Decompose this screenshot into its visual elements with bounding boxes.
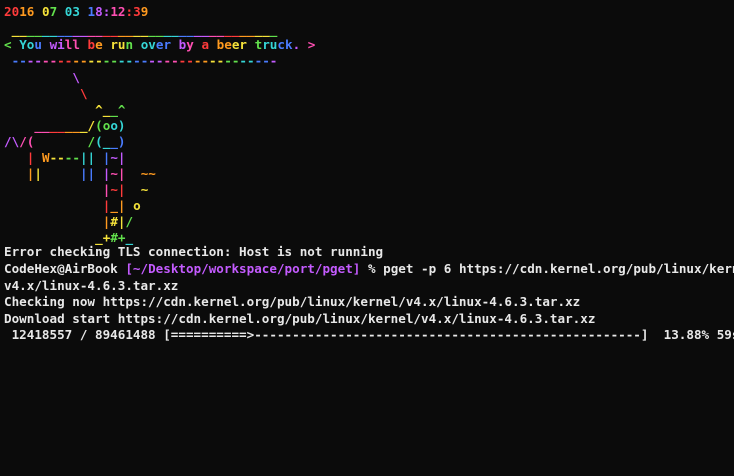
ascii-art-row: |~| ~ — [102, 182, 149, 197]
ascii-art-row: || || |~| ~~ — [26, 166, 156, 181]
prompt-symbol: % — [360, 261, 384, 276]
ascii-art-row: | W----|| |~| — [26, 150, 126, 165]
ascii-art-row: |#|/ — [102, 214, 134, 229]
ascii-art-row: |_| o — [102, 198, 141, 213]
ascii-art-row: _______/(oo) — [34, 118, 126, 133]
timestamp: 2016 07 03 18:12:39 — [4, 4, 149, 19]
download-line: Download start https://cdn.kernel.org/pu… — [4, 311, 596, 326]
ascii-art-row: ^__^ — [95, 102, 126, 117]
progress-bar-line: 12418557 / 89461488 [==========>--------… — [4, 327, 734, 342]
prompt-path-open: [ — [117, 261, 133, 276]
prompt-user-host: CodeHex@AirBook — [4, 261, 118, 276]
command-text: pget -p 6 https://cdn.kernel.org/pub/lin… — [383, 261, 734, 276]
error-line: Error checking TLS connection: Host is n… — [4, 244, 384, 259]
speech-bubble-text: < You will be run over by a beer truck. … — [4, 37, 316, 52]
ascii-art-row: /\/( /(__) — [4, 134, 126, 149]
checking-line: Checking now https://cdn.kernel.org/pub/… — [4, 294, 581, 309]
command-wrap-line: v4.x/linux-4.6.3.tar.xz — [4, 278, 179, 293]
prompt-path: ~/Desktop/workspace/port/pget — [132, 261, 353, 276]
terminal-window[interactable]: 2016 07 03 18:12:39 ____________________… — [0, 0, 734, 476]
ascii-art-row: \ — [79, 86, 88, 101]
ascii-art-row: \ — [72, 70, 80, 85]
command-prompt-line: CodeHex@AirBook [~/Desktop/workspace/por… — [4, 261, 734, 278]
speech-bubble-bottom: ----------------------------------- — [11, 53, 278, 68]
